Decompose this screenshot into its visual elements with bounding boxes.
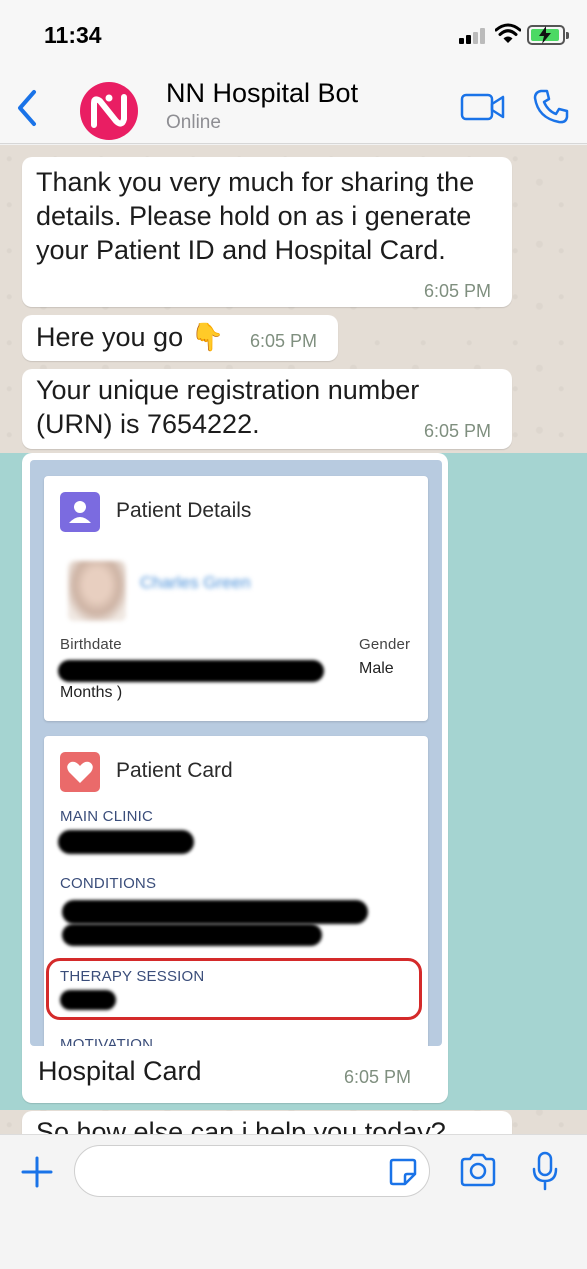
gender-label: Gender [359, 636, 411, 653]
plus-icon[interactable] [20, 1155, 54, 1189]
wifi-icon [495, 23, 521, 43]
birthdate-tail: Months ) [60, 684, 123, 701]
motivation-label: MOTIVATION [60, 1036, 154, 1046]
message-bubble-2[interactable]: Here you go 👇 6:05 PM [22, 315, 338, 361]
back-chevron-icon[interactable] [12, 88, 42, 128]
message-text: Your unique registration number (URN) is… [36, 375, 420, 439]
status-bar: 11:34 [0, 0, 587, 70]
therapy-session-highlight [46, 958, 422, 1020]
message-time: 6:05 PM [250, 331, 318, 351]
bot-avatar[interactable] [80, 82, 138, 140]
message-text: So how else can i help you today? [36, 1117, 446, 1135]
message-time: 6:05 PM [424, 281, 492, 301]
contact-name[interactable]: NN Hospital Bot [166, 78, 358, 109]
hospital-card-image[interactable]: Patient Details Charles Green Birthdate … [30, 460, 442, 1046]
message-bubble-3[interactable]: Your unique registration number (URN) is… [22, 369, 512, 449]
redaction-mark [62, 924, 322, 946]
conditions-label: CONDITIONS [60, 875, 157, 892]
heart-icon [60, 752, 100, 792]
microphone-icon[interactable] [532, 1151, 558, 1191]
contact-status: Online [166, 112, 221, 133]
cellular-signal-icon [459, 28, 489, 44]
patient-details-title: Patient Details [116, 499, 252, 522]
redaction-mark [62, 900, 368, 924]
redaction-mark [58, 660, 324, 682]
message-text: Thank you very much for sharing the deta… [36, 167, 475, 265]
camera-icon[interactable] [459, 1153, 497, 1187]
battery-charging-icon [527, 25, 569, 45]
message-bubble-5[interactable]: So how else can i help you today? [22, 1111, 512, 1135]
message-input-bar [0, 1134, 587, 1269]
phone-icon[interactable] [532, 88, 570, 126]
patient-details-panel: Patient Details Charles Green Birthdate … [44, 476, 428, 721]
person-icon [60, 492, 100, 532]
birthdate-label: Birthdate [60, 636, 122, 653]
message-time: 6:05 PM [344, 1067, 412, 1087]
image-caption: Hospital Card [38, 1056, 202, 1086]
message-time: 6:05 PM [424, 421, 492, 441]
patient-card-title: Patient Card [116, 759, 233, 782]
video-camera-icon[interactable] [460, 92, 506, 122]
main-clinic-label: MAIN CLINIC [60, 808, 154, 825]
redaction-mark [58, 830, 194, 854]
status-time: 11:34 [44, 22, 102, 48]
bot-logo-icon [91, 94, 127, 128]
message-text: Here you go 👇 [36, 322, 225, 352]
patient-card-panel: Patient Card MAIN CLINIC CONDITIONS THER… [44, 736, 428, 1046]
chat-header: NN Hospital Bot Online [0, 70, 587, 144]
message-bubble-1[interactable]: Thank you very much for sharing the deta… [22, 157, 512, 307]
sticker-icon[interactable] [388, 1157, 418, 1187]
patient-photo [68, 561, 126, 621]
message-input[interactable] [74, 1145, 430, 1197]
gender-value: Male [359, 660, 394, 677]
patient-name: Charles Green [140, 573, 251, 592]
